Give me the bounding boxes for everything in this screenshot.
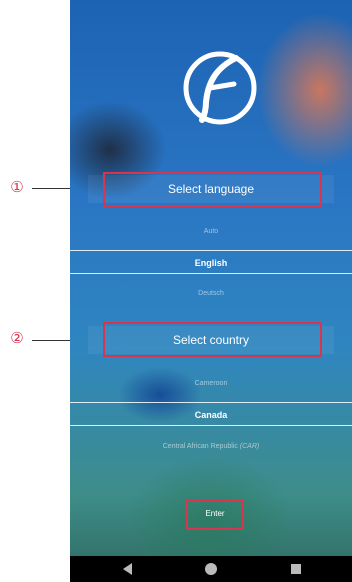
enter-highlight-box [186,500,244,530]
brand-logo-icon [183,51,257,125]
home-circle-icon[interactable] [203,561,219,577]
country-option-cameroon[interactable]: Cameroon [70,380,352,387]
android-nav-bar [70,556,352,582]
back-triangle-icon[interactable] [120,561,136,577]
app-screen: Select language Auto English Deutsch Sel… [70,0,352,582]
picker-divider [70,273,352,274]
language-option-english[interactable]: English [70,258,352,268]
language-highlight-box [103,172,322,207]
country-highlight-box [103,322,322,357]
callout-1: ① [10,179,24,196]
country-option-car-suffix: (CAR) [239,443,260,450]
recents-square-icon[interactable] [288,561,304,577]
picker-divider [70,250,352,251]
callout-2: ② [10,330,24,347]
language-option-auto[interactable]: Auto [70,228,352,235]
country-option-car-name: Central African Republic [162,443,238,450]
country-option-canada[interactable]: Canada [70,410,352,420]
picker-divider [70,402,352,403]
picker-divider [70,425,352,426]
language-option-deutsch[interactable]: Deutsch [70,290,352,297]
country-option-car[interactable]: Central African Republic (CAR) [70,443,352,450]
